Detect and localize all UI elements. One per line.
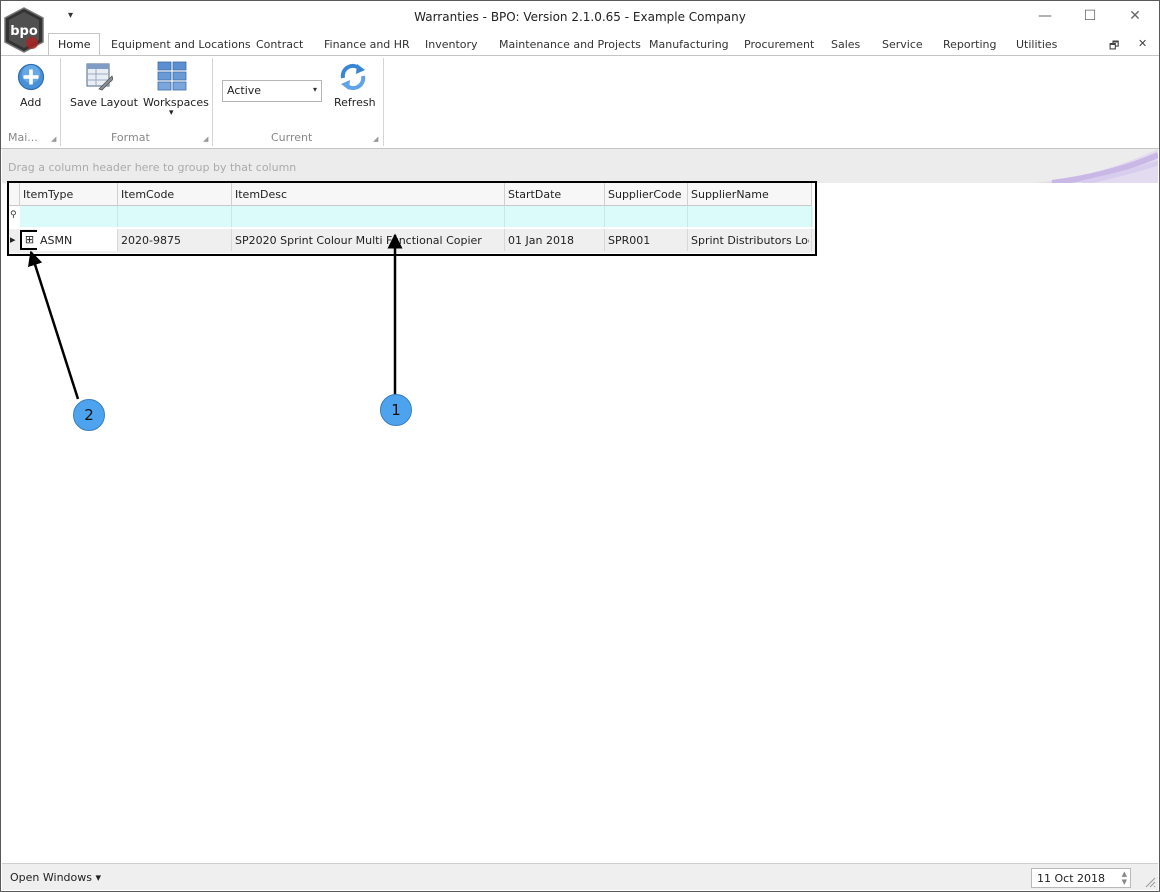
callout-badge-1: 1	[380, 394, 412, 426]
resize-grip-icon[interactable]	[1144, 876, 1156, 888]
current-date-value: 11 Oct 2018	[1037, 872, 1106, 885]
callout-badge-2: 2	[73, 399, 105, 431]
open-windows-button[interactable]: Open Windows ▾	[10, 871, 101, 884]
status-bar: Open Windows ▾ 11 Oct 2018 ▲ ▼	[2, 863, 1158, 890]
date-spin-icon[interactable]: ▲ ▼	[1122, 870, 1127, 886]
annotation-arrows	[27, 233, 403, 400]
app-window: ▾ Warranties - BPO: Version 2.1.0.65 - E…	[0, 0, 1160, 892]
current-date-field[interactable]: 11 Oct 2018 ▲ ▼	[1031, 868, 1131, 888]
